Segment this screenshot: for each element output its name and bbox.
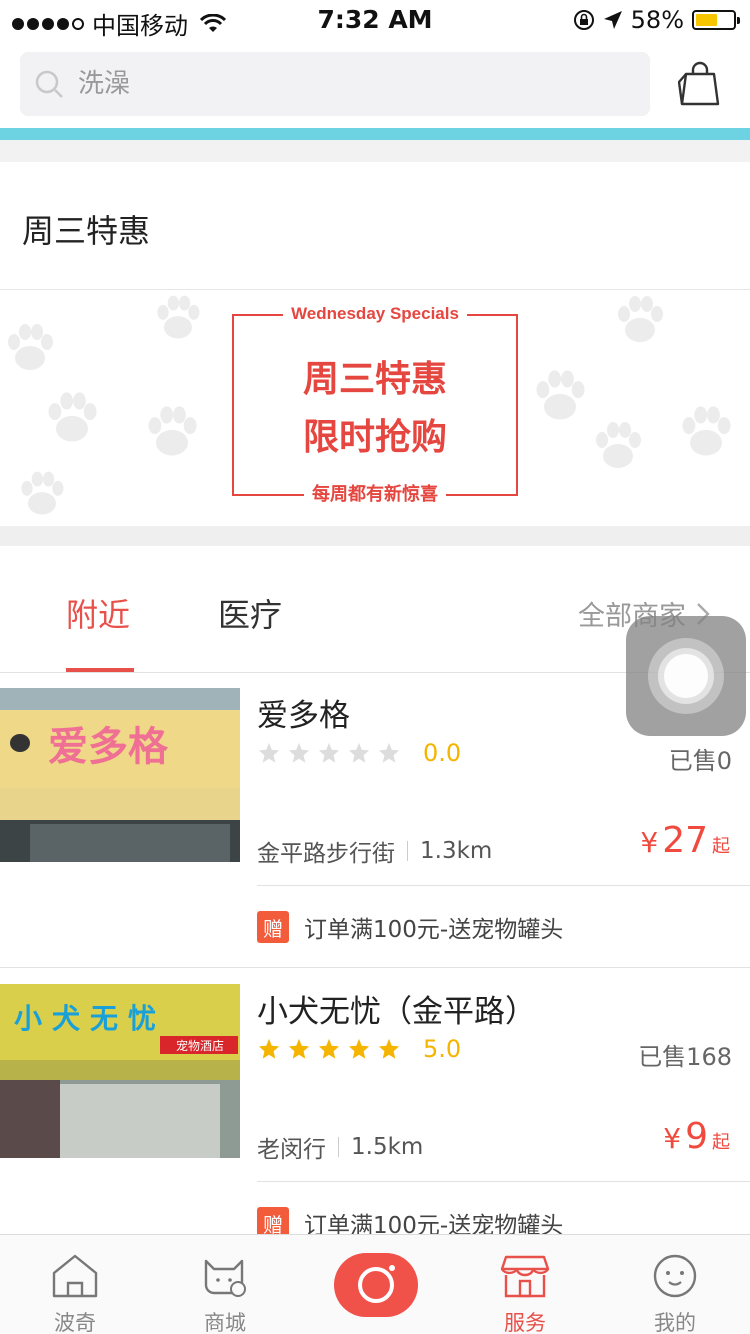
banner-footer: 每周都有新惊喜 [234, 480, 516, 506]
paw-print-icon [148, 406, 197, 456]
shop-price: ¥ 27 起 [640, 820, 730, 861]
price-value: 9 [685, 1116, 708, 1157]
camera-icon [334, 1253, 418, 1317]
tab-bar-label: 服务 [504, 1311, 546, 1334]
profile-icon [653, 1254, 697, 1298]
status-bar: 中国移动 7:32 AM 58% [0, 0, 750, 40]
star-icon [288, 742, 310, 763]
banner-subheadline: 限时抢购 [302, 417, 447, 458]
assistive-touch-button[interactable] [626, 616, 746, 736]
currency-symbol: ¥ [663, 1122, 682, 1155]
shop-location: 金平路步行街 1.3km [257, 834, 492, 868]
shop-area: 金平路步行街 [257, 841, 395, 867]
shop-sign-subtext: 宠物酒店 [176, 1038, 224, 1053]
promo-row: 赠 订单满100元-送宠物罐头 [257, 910, 563, 944]
promo-text: 订单满100元-送宠物罐头 [304, 917, 564, 943]
sold-count: 已售168 [638, 1043, 732, 1071]
banner-headline: 周三特惠 [302, 359, 447, 400]
paw-print-icon [48, 392, 97, 442]
star-icon [348, 742, 370, 763]
orientation-lock-icon [573, 10, 594, 30]
paw-print-icon [682, 406, 731, 456]
star-icon [318, 742, 340, 763]
star-icon [318, 1038, 340, 1059]
star-icon [258, 1038, 280, 1059]
shopping-bag-icon[interactable] [678, 60, 722, 108]
star-rating [258, 742, 400, 764]
shop-name: 爱多格 [257, 698, 350, 734]
paw-print-icon [157, 295, 200, 339]
shop-distance: 1.3km [420, 838, 493, 864]
divider [0, 967, 750, 968]
store-icon [500, 1255, 550, 1298]
status-right: 58% [573, 6, 740, 34]
tab-bar-label: 我的 [654, 1311, 696, 1334]
shop-location: 老闵行 1.5km [257, 1130, 423, 1164]
star-icon [288, 1038, 310, 1059]
bottom-tab-bar: 波奇 商城 服务 我的 [0, 1234, 750, 1334]
star-icon [378, 1038, 400, 1059]
shop-sign-text: 小犬无忧 [14, 1002, 166, 1035]
tab-medical[interactable]: 医疗 [218, 590, 282, 636]
tab-bar-label: 商城 [204, 1311, 246, 1334]
divider [257, 1181, 750, 1182]
section-spacer [0, 140, 750, 162]
battery-percent: 58% [630, 6, 684, 34]
sold-count: 已售0 [668, 747, 732, 775]
paw-print-icon [536, 370, 585, 420]
shop-photo: 小犬无忧 宠物酒店 [0, 984, 240, 1158]
rating-score: 0.0 [423, 739, 462, 767]
price-suffix: 起 [712, 1132, 730, 1153]
tab-bar-label: 波奇 [54, 1311, 96, 1334]
battery-level-fill [696, 14, 717, 26]
home-icon [52, 1254, 98, 1298]
cat-shop-icon [204, 1259, 246, 1297]
paw-print-icon [8, 324, 53, 370]
battery-icon [692, 10, 740, 30]
shop-card[interactable]: 小犬无忧 宠物酒店 小犬无忧（金平路） 5.0 已售168 老闵行 1.5km … [0, 984, 750, 1239]
shop-sign-text: 爱多格 [48, 724, 169, 770]
paw-print-icon [596, 422, 641, 468]
star-icon [258, 742, 280, 763]
tab-bar-item-camera[interactable] [300, 1235, 450, 1334]
tab-bar-item-services[interactable]: 服务 [450, 1235, 600, 1334]
location-arrow-icon [603, 11, 622, 29]
price-value: 27 [662, 820, 708, 861]
shop-photo: 爱多格 [0, 688, 240, 862]
section-spacer [0, 526, 750, 546]
banner-english-title: Wednesday Specials [234, 304, 516, 324]
tab-bar-item-boqi[interactable]: 波奇 [0, 1235, 150, 1334]
divider [257, 885, 750, 886]
banner-frame: Wednesday Specials 周三特惠 限时抢购 每周都有新惊喜 [232, 304, 518, 505]
tab-bar-item-mall[interactable]: 商城 [150, 1235, 300, 1334]
wednesday-specials-banner[interactable]: Wednesday Specials 周三特惠 限时抢购 每周都有新惊喜 [0, 290, 750, 526]
star-icon [348, 1038, 370, 1059]
tab-nearby[interactable]: 附近 [66, 590, 130, 636]
shop-area: 老闵行 [257, 1137, 326, 1163]
currency-symbol: ¥ [640, 826, 659, 859]
section-title: 周三特惠 [22, 212, 151, 250]
search-input[interactable] [78, 69, 598, 99]
paw-print-icon [618, 296, 663, 342]
star-rating [258, 1038, 400, 1060]
price-suffix: 起 [712, 836, 730, 857]
tab-bar-item-mine[interactable]: 我的 [600, 1235, 750, 1334]
shop-distance: 1.5km [351, 1134, 424, 1160]
shop-price: ¥ 9 起 [663, 1116, 730, 1157]
paw-print-icon [21, 471, 64, 515]
header-accent-bar [0, 128, 750, 140]
search-bar[interactable] [20, 52, 650, 116]
rating-score: 5.0 [423, 1035, 462, 1063]
shop-name: 小犬无忧（金平路） [257, 994, 536, 1030]
gift-badge: 赠 [257, 911, 289, 943]
star-icon [378, 742, 400, 763]
search-icon [35, 70, 63, 98]
